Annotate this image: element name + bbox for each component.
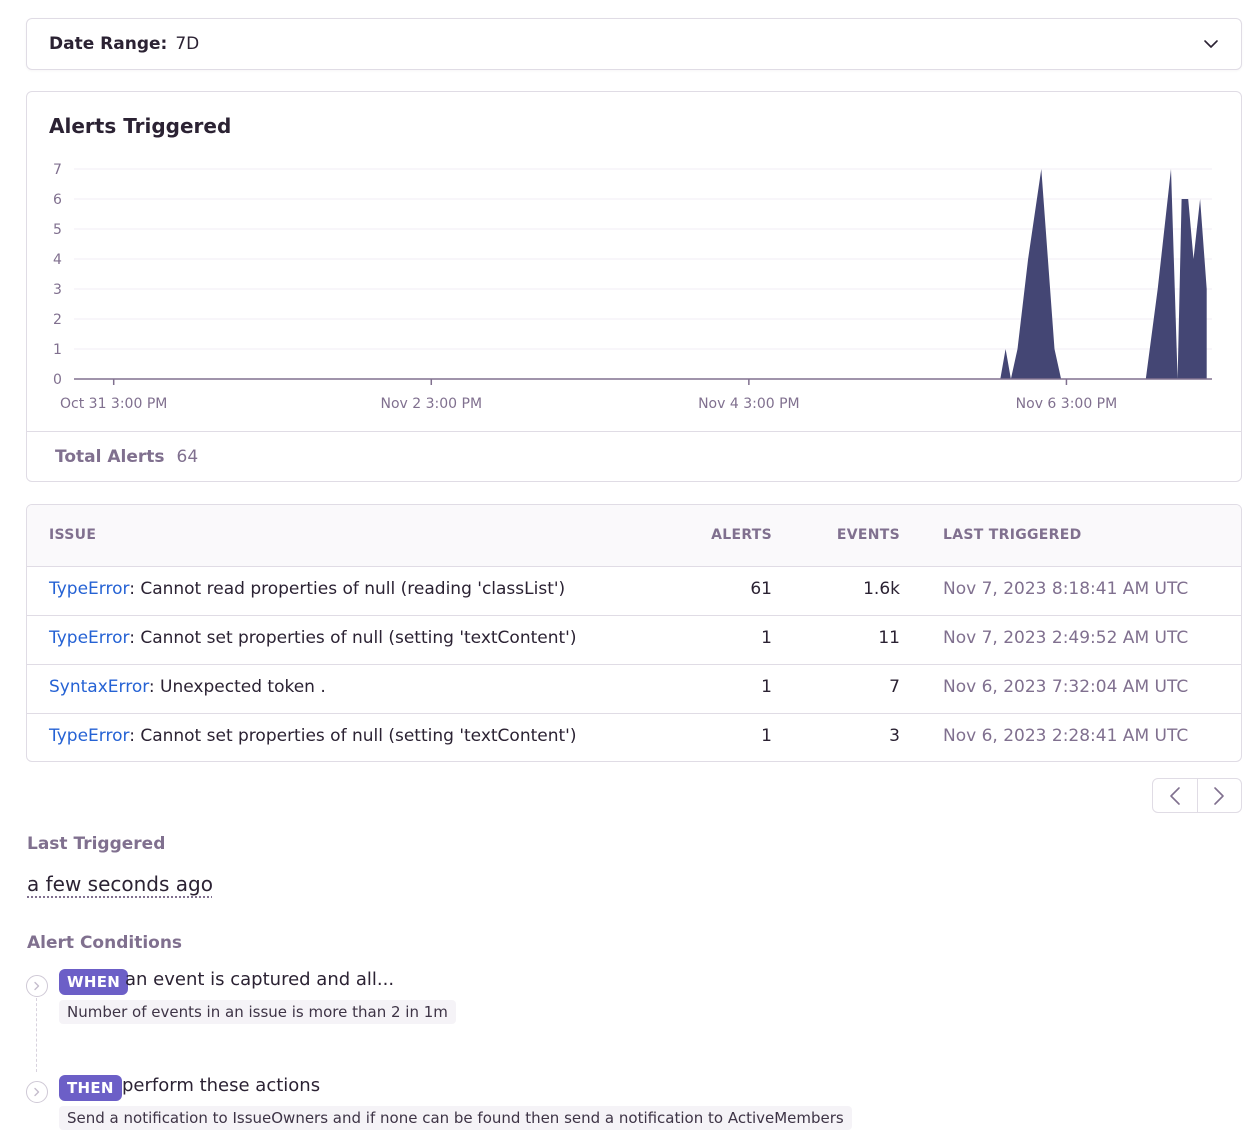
alert-details-page: Date Range: 7D Alerts Triggered 01234567… <box>0 0 1244 1148</box>
y-tick-label: 0 <box>53 372 62 388</box>
total-alerts-label: Total Alerts <box>55 446 165 467</box>
then-action-detail: Send a notification to IssueOwners and i… <box>59 1106 852 1130</box>
last-triggered-title: Last Triggered <box>27 834 166 854</box>
table-header: ISSUE ALERTS EVENTS LAST TRIGGERED <box>27 505 1241 567</box>
issue-type-link[interactable]: TypeError <box>49 628 129 648</box>
alerts-chart: 0 1 2 3 4 5 6 7 Oct 31 3:00 PM Nov 2 3:00 PM Nov 4… <box>53 162 1212 412</box>
total-alerts-value: 64 <box>176 446 199 467</box>
header-last-triggered: LAST TRIGGERED <box>943 527 1082 543</box>
events-count: 11 <box>878 628 900 648</box>
x-tick-label: Nov 6 3:00 PM <box>1016 396 1118 412</box>
events-count: 3 <box>889 726 900 746</box>
date-range-value: 7D <box>175 34 200 54</box>
date-range-label: Date Range: <box>49 34 168 54</box>
x-tick-label: Oct 31 3:00 PM <box>60 396 167 412</box>
table-row[interactable]: TypeError: Cannot read properties of nul… <box>27 567 1241 616</box>
previous-page-button[interactable] <box>1153 779 1197 812</box>
alert-conditions-title: Alert Conditions <box>27 933 183 953</box>
then-step-icon <box>26 1081 48 1103</box>
when-badge: WHEN <box>59 969 129 995</box>
chart-footer: Total Alerts 64 <box>27 431 1241 481</box>
chevron-right-icon <box>1214 786 1225 805</box>
header-events: EVENTS <box>836 527 900 543</box>
issue-message: : Cannot read properties of null (readin… <box>129 579 566 599</box>
x-tick-label: Nov 2 3:00 PM <box>381 396 483 412</box>
date-range-dropdown[interactable]: Date Range: 7D <box>26 18 1242 70</box>
table-row[interactable]: SyntaxError: Unexpected token . 1 7 Nov 6, … <box>27 665 1241 714</box>
issue-cell[interactable]: TypeError: Cannot read properties of nul… <box>49 579 565 599</box>
table-row[interactable]: TypeError: Cannot set properties of null… <box>27 616 1241 665</box>
last-triggered-value: a few seconds ago <box>27 872 213 896</box>
last-triggered-date: Nov 7, 2023 2:49:52 AM UTC <box>943 628 1189 648</box>
next-page-button[interactable] <box>1196 779 1241 812</box>
when-condition-detail: Number of events in an issue is more tha… <box>59 1000 456 1024</box>
last-triggered-date: Nov 6, 2023 2:28:41 AM UTC <box>943 726 1189 746</box>
events-count: 7 <box>889 677 900 697</box>
chevron-left-icon <box>1170 786 1180 805</box>
table-row[interactable]: TypeError: Cannot set properties of null… <box>27 714 1241 761</box>
issue-message: : Unexpected token . <box>148 677 326 697</box>
y-tick-label: 7 <box>53 162 62 178</box>
y-tick-label: 2 <box>53 312 62 328</box>
y-tick-label: 6 <box>53 192 62 208</box>
issue-message: : Cannot set properties of null (setting… <box>129 628 577 648</box>
then-badge: THEN <box>59 1075 122 1101</box>
chevron-right-icon <box>34 1087 40 1097</box>
alerts-count: 1 <box>761 726 772 746</box>
alerts-count: 1 <box>761 677 772 697</box>
conditions-connector <box>36 998 37 1072</box>
issue-cell[interactable]: TypeError: Cannot set properties of null… <box>49 628 576 648</box>
chevron-down-icon <box>1204 40 1218 48</box>
when-step-icon <box>26 975 48 997</box>
issue-type-link[interactable]: SyntaxError <box>49 677 149 697</box>
y-tick-label: 4 <box>53 252 62 268</box>
issue-cell[interactable]: TypeError: Cannot set properties of null… <box>49 726 576 746</box>
area-series <box>74 169 1207 379</box>
issue-message: : Cannot set properties of null (setting… <box>129 726 577 746</box>
then-text: perform these actions <box>122 1075 321 1096</box>
x-tick-label: Nov 4 3:00 PM <box>698 396 800 412</box>
y-tick-label: 3 <box>53 282 62 298</box>
alerts-count: 61 <box>750 579 772 599</box>
issue-type-link[interactable]: TypeError <box>49 726 129 746</box>
y-tick-label: 5 <box>53 222 62 238</box>
when-text: an event is captured and all... <box>125 969 395 990</box>
issue-cell[interactable]: SyntaxError: Unexpected token . <box>49 677 326 697</box>
header-alerts: ALERTS <box>711 527 772 543</box>
issues-table: ISSUE ALERTS EVENTS LAST TRIGGERED TypeE… <box>26 504 1242 762</box>
events-count: 1.6k <box>863 579 900 599</box>
pagination <box>1152 778 1242 813</box>
alerts-count: 1 <box>761 628 772 648</box>
header-issue: ISSUE <box>49 527 97 543</box>
y-tick-label: 1 <box>53 342 62 358</box>
issue-type-link[interactable]: TypeError <box>49 579 129 599</box>
chevron-right-icon <box>34 981 40 991</box>
last-triggered-date: Nov 7, 2023 8:18:41 AM UTC <box>943 579 1189 599</box>
alerts-triggered-card: Alerts Triggered 0 1 2 3 4 5 6 7 Oct 31 3:00 PM N… <box>26 91 1242 482</box>
last-triggered-date: Nov 6, 2023 7:32:04 AM UTC <box>943 677 1189 697</box>
